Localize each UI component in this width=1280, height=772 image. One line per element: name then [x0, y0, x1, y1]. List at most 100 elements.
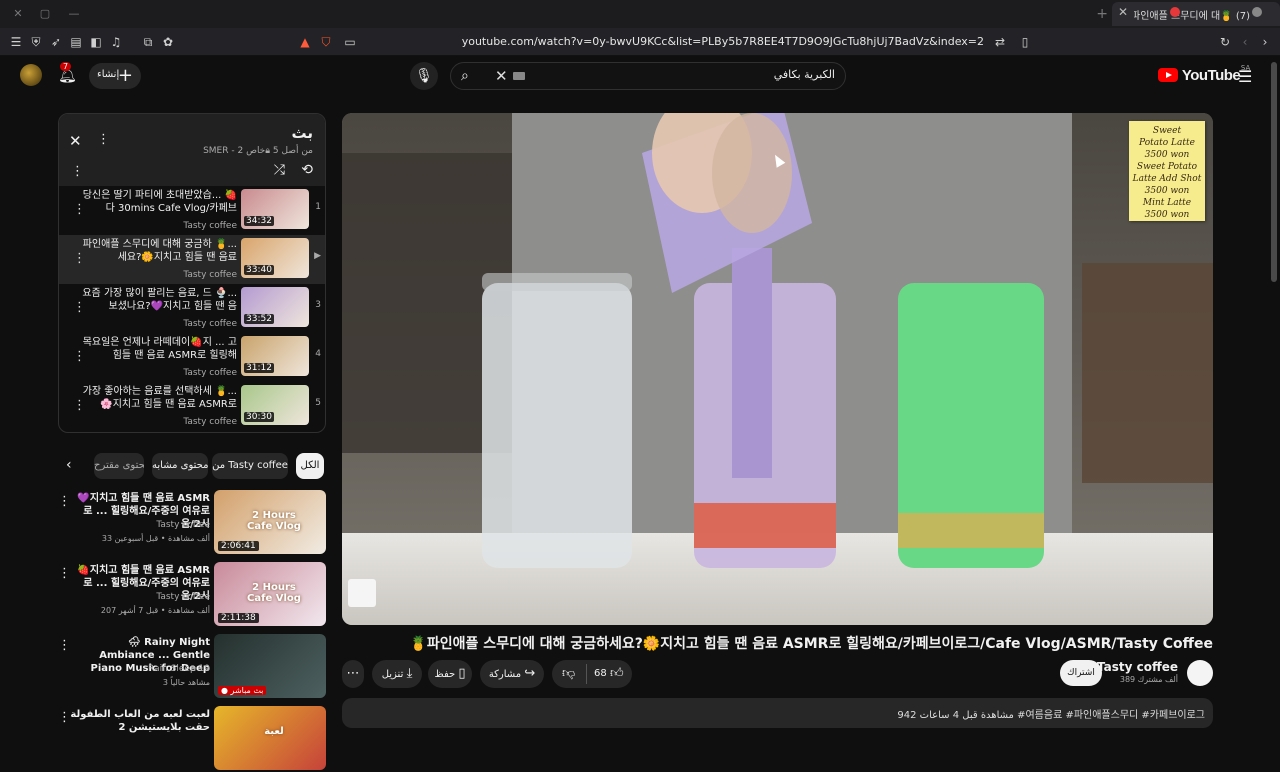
playlist-item[interactable]: ⋮ 목요일은 언제나 라떼데이🍓지 ... 고 힘들 땐 음료 ASMR로 힐링해…: [59, 333, 325, 382]
shield-icon[interactable]: ⛨: [28, 34, 44, 50]
thumbnail-label: 2 Hours Cafe Vlog: [247, 582, 301, 604]
maximize-window-icon[interactable]: ▢: [37, 6, 53, 22]
minimize-window-icon[interactable]: —: [66, 6, 82, 22]
keyboard-icon[interactable]: [513, 72, 525, 80]
channel-watermark[interactable]: [348, 579, 376, 607]
music-icon[interactable]: ♫: [108, 34, 124, 50]
sticky-note-line: Sweet Potato: [1136, 162, 1198, 172]
shuffle-icon[interactable]: ⤮: [274, 162, 285, 178]
playlist-header: بث SMER - 2 من أصل 5 🔒︎خاص ✕ ⋮ ⤮ ⟲ ⋮: [59, 114, 325, 186]
clear-search-icon[interactable]: ✕: [495, 67, 508, 85]
thumbnail-label: 2 Hours Cafe Vlog: [247, 510, 301, 532]
playlist-item-title: 목요일은 언제나 라떼데이🍓지 ... 고 힘들 땐 음료 ASMR로 힐링해: [82, 337, 237, 361]
tabs-icon[interactable]: ▤: [68, 34, 84, 50]
recommendation-thumbnail[interactable]: ● بث مباشر: [214, 634, 326, 698]
video-player[interactable]: Sweet Potato Latte 3500 won Sweet Potato Lat…: [342, 113, 1213, 625]
search-icon[interactable]: ⌕: [461, 68, 469, 84]
video-frame: [342, 113, 1213, 625]
description-box[interactable]: 942 مشاهدة قبل 4 ساعات #여름음료 #파인애플스무디 #카…: [342, 698, 1213, 728]
playlist-item[interactable]: ⋮ 요즘 가장 많이 팔리는 음료, 드 🍨... 보셨나요?💜지치고 힘들 땐 …: [59, 284, 325, 333]
channel-name[interactable]: Tasty coffee: [1097, 660, 1178, 674]
recommendation-thumbnail[interactable]: 2 Hours Cafe Vlog 2:11:38: [214, 562, 326, 626]
download-icon: ⤓: [406, 666, 413, 681]
recommendation-item[interactable]: ⋮ 🍓지치고 힘들 땐 음료 ASMR로 ... 힐링해요/주중의 여유로움/2시…: [58, 562, 326, 628]
live-badge: ● بث مباشر: [218, 686, 267, 695]
chip-from-channel[interactable]: من Tasty coffee: [212, 453, 288, 479]
tab-audio-icon[interactable]: [1252, 7, 1262, 17]
chip-related[interactable]: محتوى مشابه: [152, 453, 208, 479]
more-vert-icon[interactable]: ⋮: [97, 132, 110, 147]
translate-icon[interactable]: ⇄: [992, 34, 1008, 50]
url-text: youtube.com/watch?v=0y-bwvU9KCc&list=PLB…: [461, 35, 984, 48]
back-icon[interactable]: ‹: [1237, 34, 1253, 50]
logo-wordmark: YouTube: [1181, 67, 1241, 84]
playlist-options-icon[interactable]: ⋮: [71, 164, 84, 179]
channel-avatar[interactable]: [1187, 660, 1213, 686]
more-horiz-icon: ⋯: [346, 666, 360, 681]
playlist-item-thumbnail[interactable]: 33:52: [241, 287, 309, 327]
playlist-item-thumbnail[interactable]: 31:12: [241, 336, 309, 376]
extensions-icon[interactable]: ✿: [160, 34, 176, 50]
screenshot-icon[interactable]: ⧉: [140, 34, 156, 50]
tab-close-icon[interactable]: ✕: [1118, 5, 1128, 19]
duration-badge: 31:12: [244, 363, 274, 373]
menu-icon[interactable]: ☰: [8, 34, 24, 50]
save-button[interactable]: حفظ ▯: [428, 660, 472, 688]
like-icon[interactable]: 👍︎: [610, 660, 624, 688]
youtube-play-icon: [1158, 68, 1178, 82]
duration-badge: 30:30: [244, 412, 274, 422]
playlist-meta: SMER - 2 من أصل 5 🔒︎خاص: [203, 146, 313, 156]
youtube-logo[interactable]: YouTube SA: [1158, 64, 1250, 88]
search-input[interactable]: [555, 68, 835, 81]
forward-icon[interactable]: ›: [1257, 34, 1273, 50]
guide-menu-icon[interactable]: ☰: [1238, 67, 1252, 86]
more-actions-button[interactable]: ⋯: [342, 660, 364, 688]
notifications-bell-icon[interactable]: 🔔︎ 7: [58, 62, 77, 84]
youtube-header: 🔔︎7 إنشاء + 🎙︎ ⌕ ✕ YouTube SA ☰: [0, 56, 1280, 98]
playlist-title[interactable]: بث: [291, 124, 313, 142]
share-label: مشاركة: [488, 669, 522, 680]
recommendation-thumbnail[interactable]: 2 Hours Cafe Vlog 2:06:41: [214, 490, 326, 554]
loop-icon[interactable]: ⟲: [301, 162, 313, 178]
download-button[interactable]: تنزيل ⤓: [372, 660, 422, 688]
notification-badge: 7: [60, 62, 72, 71]
playlist-item[interactable]: ⋮ 당신은 딸기 파티에 초대받았습... 🍓다 30mins Cafe Vlog…: [59, 186, 325, 235]
recommendation-channel: Tasty coffee: [156, 592, 210, 602]
playlist-item[interactable]: ⋮ 파인애플 스무디에 대해 궁금하 🍍... 세요?🌼지치고 힘들 땐 음료 Ta…: [59, 235, 325, 284]
close-window-icon[interactable]: ✕: [10, 6, 26, 22]
close-icon[interactable]: ✕: [69, 132, 82, 150]
recommendation-thumbnail[interactable]: لعبة: [214, 706, 326, 770]
video-title: 🍍파인애플 스무디에 대해 궁금하세요?🌼지치고 힘들 땐 음료 ASMR로 힐…: [409, 636, 1213, 652]
rocket-icon[interactable]: ➶: [48, 34, 64, 50]
playlist-item-title: 당신은 딸기 파티에 초대받았습... 🍓다 30mins Cafe Vlog/…: [82, 190, 237, 214]
chip-all[interactable]: الكل: [296, 453, 324, 479]
browser-tab-active[interactable]: ✕ (7) 🍍파인애플 스무디에 대: [1112, 2, 1280, 26]
chip-suggested[interactable]: محتوى مقترح: [94, 453, 144, 479]
recommendation-item[interactable]: ⋮ 🌧 Rainy Night Ambiance ... Gentle Piano…: [58, 634, 326, 700]
reload-icon[interactable]: ↻: [1217, 34, 1233, 50]
share-button[interactable]: مشاركة ↪: [480, 660, 544, 688]
new-tab-icon[interactable]: +: [1096, 6, 1108, 22]
chevron-left-icon[interactable]: ‹: [66, 457, 72, 473]
recommendation-meta: 33 ألف مشاهدة • قبل أسبوعين: [101, 534, 210, 543]
account-avatar[interactable]: [20, 64, 42, 86]
playlist-item-thumbnail[interactable]: 30:30: [241, 385, 309, 425]
recommendation-channel: Tasty coffee: [156, 520, 210, 530]
playlist-item-thumbnail[interactable]: 33:40: [241, 238, 309, 278]
divider: [586, 664, 587, 684]
playlist-item-thumbnail[interactable]: 34:32: [241, 189, 309, 229]
address-bar[interactable]: youtube.com/watch?v=0y-bwvU9KCc&list=PLB…: [290, 31, 1018, 53]
dislike-icon[interactable]: 👎︎: [562, 660, 575, 688]
subscribe-button[interactable]: اشتراك: [1060, 660, 1102, 686]
create-button[interactable]: إنشاء +: [89, 63, 141, 89]
playlist-item[interactable]: ⋮ 가장 좋아하는 음료를 선택하세 🍍... 🌸지치고 힘들 땐 음료 ASMR…: [59, 382, 325, 431]
playlist-panel: بث SMER - 2 من أصل 5 🔒︎خاص ✕ ⋮ ⤮ ⟲ ⋮ ⋮ 당신…: [58, 113, 326, 433]
page-scrollbar[interactable]: [1271, 62, 1277, 282]
plus-icon: +: [117, 65, 133, 86]
pour-stream: [732, 248, 772, 478]
bookmark-icon[interactable]: ▯: [1017, 34, 1033, 50]
voice-search-icon[interactable]: 🎙︎: [410, 62, 438, 90]
recommendation-item[interactable]: ⋮ 💜지치고 힘들 땐 음료 ASMR로 ... 힐링해요/주중의 여유로움/2시…: [58, 490, 326, 556]
sidebar-icon[interactable]: ◧: [88, 34, 104, 50]
recommendation-item[interactable]: ⋮ لعبت لعبه من العاب الطفولة حقت بلايستيش…: [58, 706, 326, 772]
